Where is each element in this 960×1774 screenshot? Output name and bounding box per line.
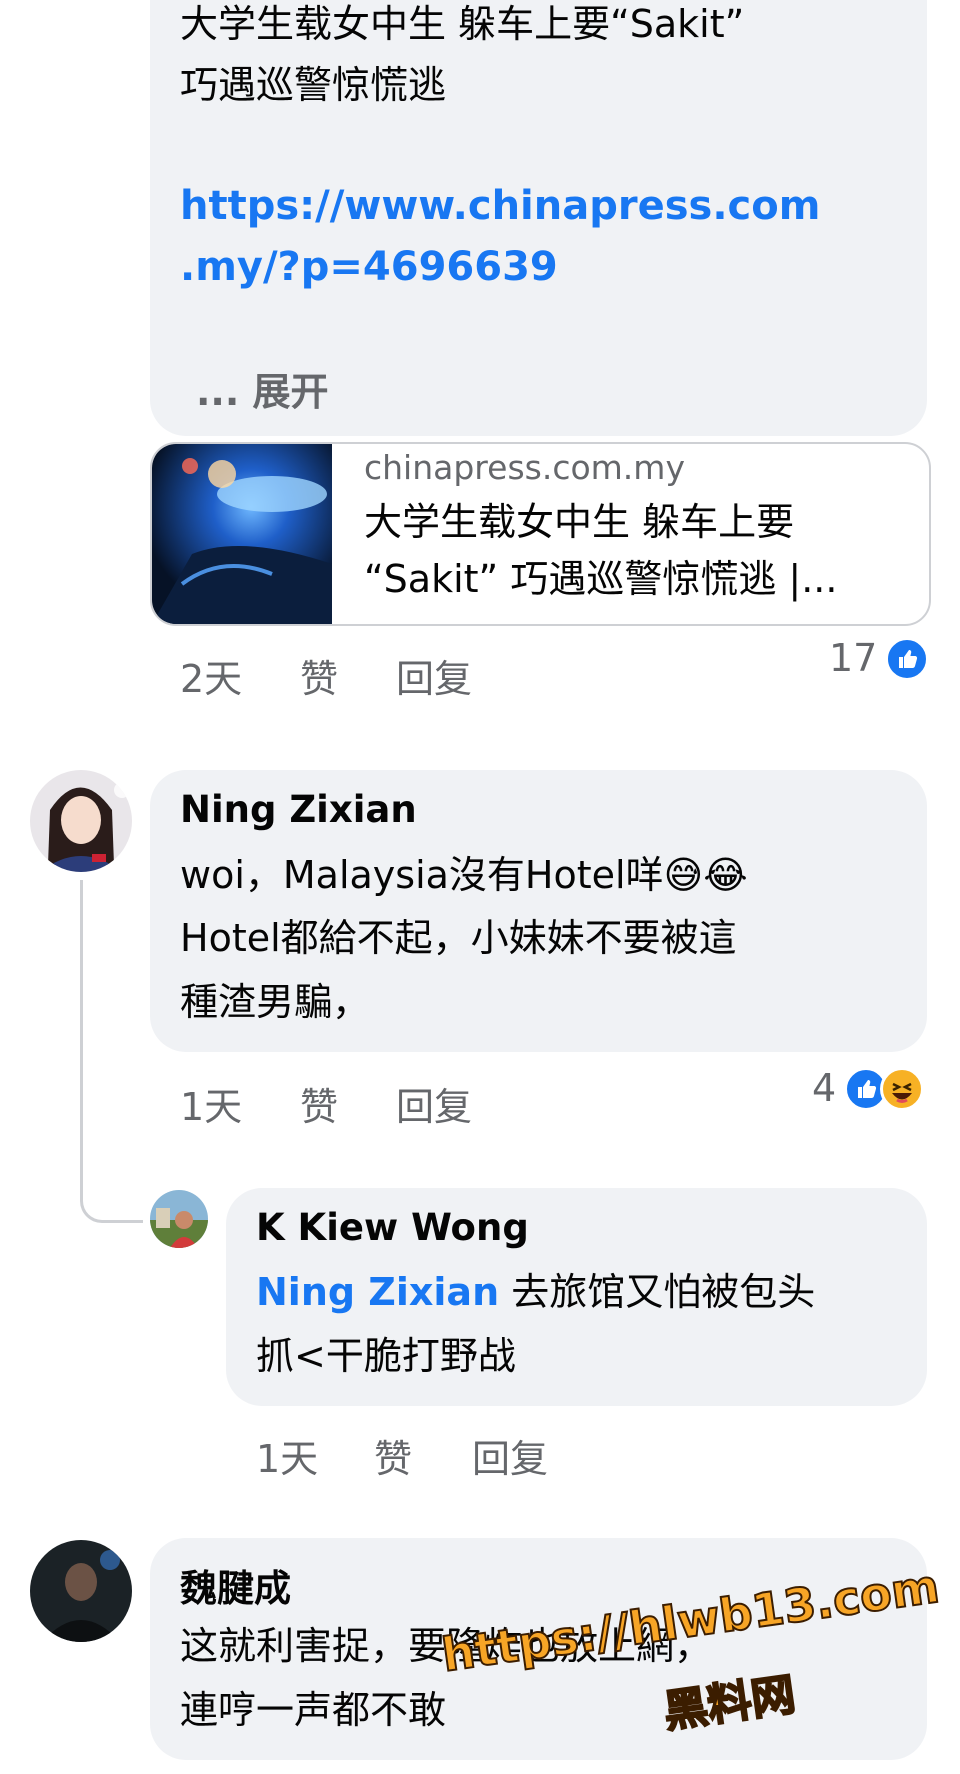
comment-text-line: 種渣男騙， — [180, 980, 371, 1024]
comment-timestamp[interactable]: 1天 — [180, 1076, 242, 1131]
article-link[interactable]: https://www.chinapress.com — [180, 176, 820, 237]
comment-text-line: woi，Malaysia沒有Hotel咩😅😂 — [180, 845, 748, 906]
like-button[interactable]: 赞 — [300, 648, 338, 703]
sweat-smile-emoji: 😅 — [663, 853, 704, 897]
comment-text: woi，Malaysia沒有Hotel咩 — [180, 853, 664, 897]
reply-author[interactable]: K Kiew Wong — [256, 1206, 529, 1249]
reaction-count[interactable]: 4 — [812, 1066, 836, 1110]
comment-author[interactable]: 魏腱成 — [180, 1558, 291, 1612]
preview-title: 大学生载女中生 躲车上要 “Sakit” 巧遇巡警惊慌逃 |... — [364, 500, 838, 601]
comment-text-line: 大学生载女中生 躲车上要“Sakit” — [180, 2, 745, 46]
comment-timestamp[interactable]: 1天 — [256, 1428, 318, 1483]
comment-author[interactable]: Ning Zixian — [180, 788, 417, 831]
avatar[interactable] — [30, 1540, 132, 1642]
reply-button[interactable]: 回复 — [396, 1076, 472, 1131]
reply-text-line: Ning Zixian 去旅馆又怕被包头 — [256, 1262, 815, 1323]
comment-text-line: 連哼一声都不敢 — [180, 1688, 447, 1732]
comment-text-line: Hotel都給不起，小妹妹不要被這 — [180, 916, 737, 960]
like-button[interactable]: 赞 — [300, 1076, 338, 1131]
joy-emoji: 😂 — [703, 853, 748, 897]
reply-button[interactable]: 回复 — [472, 1428, 548, 1483]
article-link[interactable]: .my/?p=4696639 — [180, 237, 558, 298]
link-preview-card[interactable]: chinapress.com.my 大学生载女中生 躲车上要 “Sakit” 巧… — [150, 442, 931, 626]
comment-timestamp[interactable]: 2天 — [180, 648, 242, 703]
preview-thumbnail — [152, 444, 332, 624]
thread-connector — [80, 880, 143, 1223]
reply-text-line: 抓<干脆打野战 — [256, 1334, 516, 1378]
mention-link[interactable]: Ning Zixian — [256, 1270, 499, 1314]
comment-text-line: 巧遇巡警惊慌逃 — [180, 63, 447, 107]
reply-button[interactable]: 回复 — [396, 648, 472, 703]
like-icon — [885, 637, 929, 681]
haha-icon — [880, 1067, 924, 1111]
reaction-count[interactable]: 17 — [829, 636, 877, 680]
reply-text: 去旅馆又怕被包头 — [499, 1270, 816, 1314]
see-more-link[interactable]: ... 展开 — [196, 362, 329, 423]
avatar[interactable] — [150, 1190, 208, 1248]
like-button[interactable]: 赞 — [374, 1428, 412, 1483]
preview-domain: chinapress.com.my — [364, 448, 685, 487]
avatar[interactable] — [30, 770, 132, 872]
